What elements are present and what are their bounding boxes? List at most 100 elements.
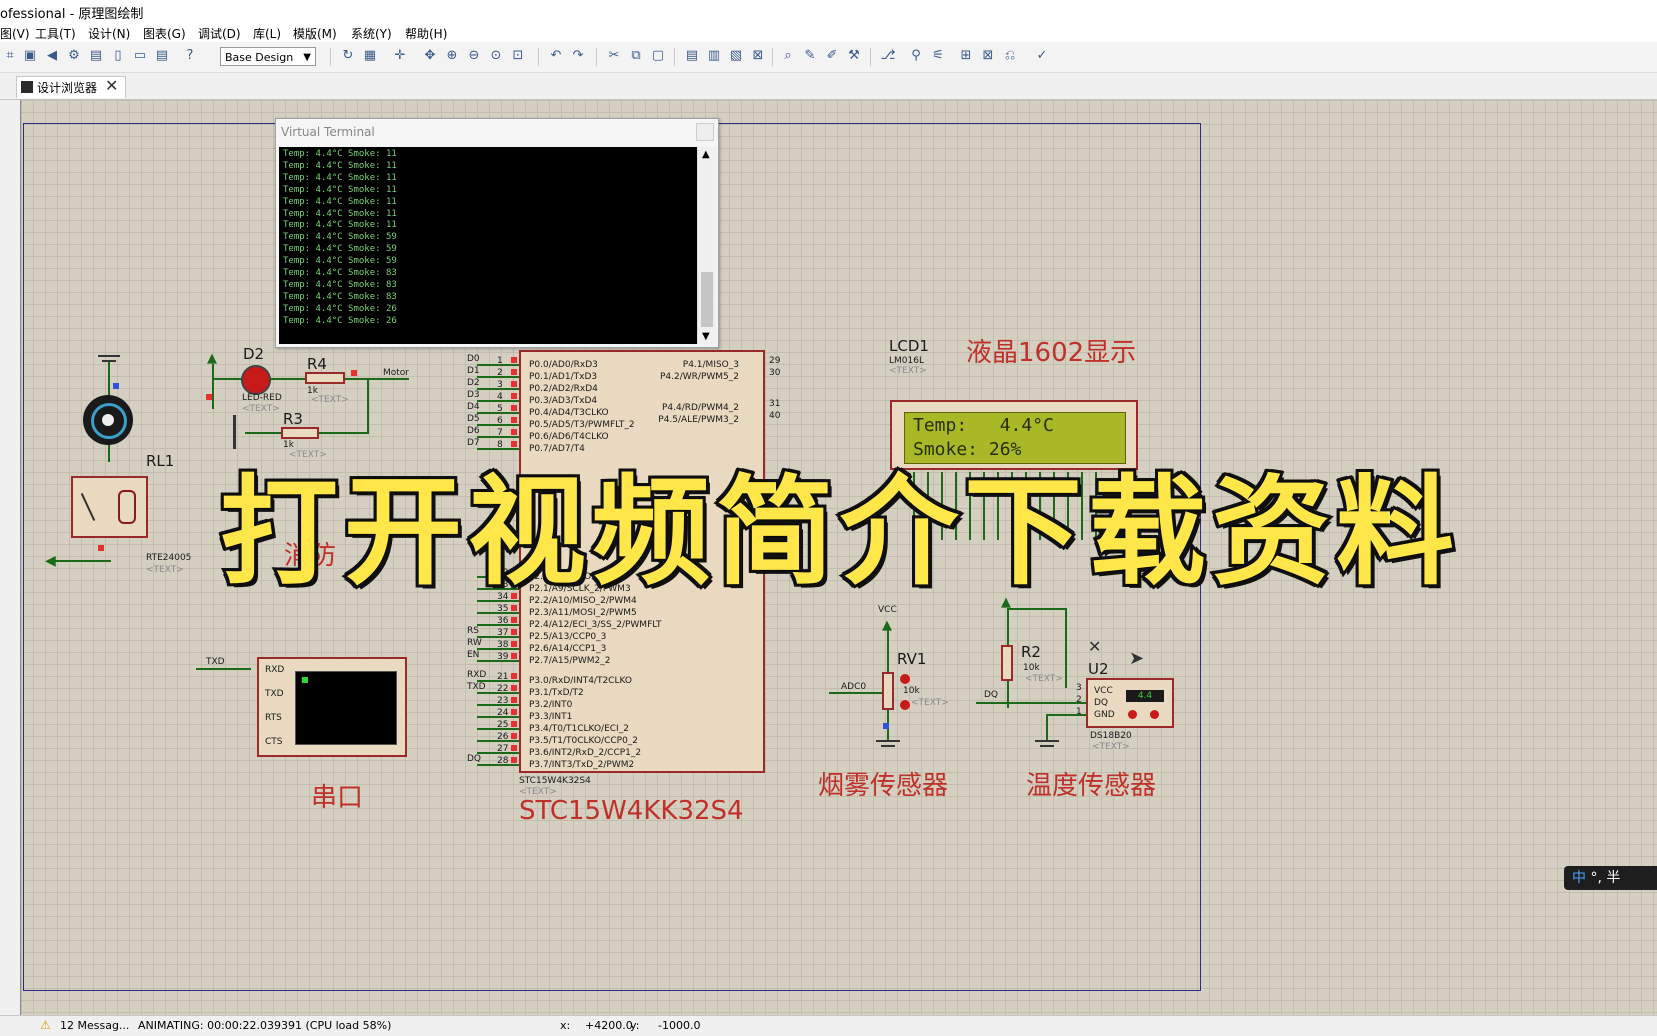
package-tool-icon[interactable]: ✐ — [824, 48, 840, 64]
zoom-area-icon[interactable]: ⊡ — [510, 48, 526, 64]
menu-help[interactable]: 帮助(H) — [405, 25, 447, 42]
relay-rl1[interactable] — [71, 476, 148, 538]
exit-parent-icon[interactable]: ⎌ — [1002, 48, 1018, 64]
remove-sheet-icon[interactable]: ⊠ — [980, 48, 996, 64]
menu-view[interactable]: 图(V) — [0, 25, 30, 42]
origin-icon[interactable]: ✛ — [392, 48, 408, 64]
resistor-r4[interactable] — [305, 372, 345, 384]
wire — [477, 660, 519, 662]
make-device-icon[interactable]: ✎ — [802, 48, 818, 64]
vt-close-button[interactable] — [696, 123, 714, 141]
wire — [477, 648, 519, 650]
tab-design-browser[interactable]: 设计浏览器 ✕ — [16, 76, 126, 98]
mcu-pin-name: P4.5/ALE/PWM3_2 — [658, 415, 739, 425]
chevron-down-icon[interactable]: ▼ — [702, 331, 710, 342]
netlist-icon[interactable]: ⌗ — [2, 48, 18, 64]
refresh-icon[interactable]: ↻ — [340, 48, 356, 64]
zoom-in-icon[interactable]: ⊕ — [444, 48, 460, 64]
electrical-check-icon[interactable]: ✓ — [1034, 48, 1050, 64]
wire-autorouter-icon[interactable]: ⎇ — [880, 48, 896, 64]
potentiometer-rv1[interactable] — [882, 672, 894, 710]
menu-debug[interactable]: 调试(D) — [198, 25, 241, 42]
redo-icon[interactable]: ↷ — [570, 48, 586, 64]
ime-indicator[interactable]: 中 °, 半 — [1564, 866, 1657, 890]
window-title: ofessional - 原理图绘制 — [0, 7, 144, 22]
block-rotate-icon[interactable]: ▧ — [728, 48, 744, 64]
new-sheet-icon[interactable]: ⊞ — [958, 48, 974, 64]
report-icon[interactable]: ▤ — [154, 48, 170, 64]
vt-line: Temp: 4.4°C Smoke: 59 — [283, 244, 397, 255]
close-icon[interactable]: ✕ — [105, 76, 118, 96]
lcd-line-1: Temp: 4.4°C — [913, 415, 1054, 436]
virtual-terminal-window[interactable]: Virtual Terminal Temp: 4.4°C Smoke: 11 Te… — [275, 118, 719, 348]
adc0-net-label: ADC0 — [841, 682, 867, 692]
smoke-caption: 烟雾传感器 — [818, 771, 949, 801]
ds18b20-display: 4.4 — [1126, 690, 1164, 702]
zoom-out-icon[interactable]: ⊖ — [466, 48, 482, 64]
ds18b20-u2[interactable]: VCC DQ GND 4.4 — [1086, 678, 1174, 728]
pick-device-icon[interactable]: ⌕ — [780, 48, 796, 64]
mcu-pin-name: P2.7/A15/PWM2_2 — [529, 656, 611, 666]
warning-icon[interactable]: ⚠ — [40, 1018, 51, 1032]
pan-icon[interactable]: ✥ — [422, 48, 438, 64]
virtual-terminal-component[interactable]: RXD TXD RTS CTS — [257, 657, 407, 757]
help-icon[interactable]: ? — [182, 48, 198, 64]
pin-state-indicator — [511, 429, 517, 435]
wire — [477, 764, 519, 766]
wire — [477, 424, 519, 426]
search-icon[interactable]: ⚲ — [908, 48, 924, 64]
mcu-pin-name: P3.5/T1/T0CLKO/CCP0_2 — [529, 736, 639, 746]
back-icon[interactable]: ◀ — [44, 48, 60, 64]
block-copy-icon[interactable]: ▤ — [684, 48, 700, 64]
menu-graph[interactable]: 图表(G) — [143, 25, 186, 42]
down-button-icon[interactable] — [1128, 710, 1137, 719]
chevron-up-icon[interactable]: ▲ — [702, 149, 710, 160]
r2-value: 10k — [1023, 663, 1040, 673]
resistor-r3[interactable] — [281, 427, 319, 439]
wire — [477, 388, 519, 390]
copy-icon[interactable]: ⧉ — [628, 48, 644, 64]
block-delete-icon[interactable]: ⊠ — [750, 48, 766, 64]
resistor-r2[interactable] — [1001, 645, 1013, 681]
up-button-icon[interactable] — [1150, 710, 1159, 719]
grid-icon[interactable]: ▦ — [362, 48, 378, 64]
cut-icon[interactable]: ✂ — [606, 48, 622, 64]
menu-design[interactable]: 设计(N) — [88, 25, 130, 42]
component-icon[interactable]: ▣ — [22, 48, 38, 64]
vt-scroll-thumb[interactable] — [701, 272, 713, 327]
settings-icon[interactable]: ⚙ — [66, 48, 82, 64]
menu-library[interactable]: 库(L) — [253, 25, 281, 42]
wire — [477, 692, 519, 694]
vt-line: Temp: 4.4°C Smoke: 83 — [283, 279, 397, 290]
decompose-icon[interactable]: ⚒ — [846, 48, 862, 64]
wire — [477, 752, 519, 754]
vt-scrollbar[interactable]: ▲ ▼ — [697, 147, 716, 344]
net-label: D6 — [467, 426, 480, 436]
vt-line: Temp: 4.4°C Smoke: 59 — [283, 256, 397, 267]
paste-icon[interactable]: ▢ — [650, 48, 666, 64]
pin-state-indicator — [511, 629, 517, 635]
block-move-icon[interactable]: ▥ — [706, 48, 722, 64]
menu-tools[interactable]: 工具(T) — [35, 25, 76, 42]
document-icon[interactable]: ▯ — [110, 48, 126, 64]
chevron-down-icon: ▼ — [303, 52, 311, 63]
wire — [477, 740, 519, 742]
design-select[interactable]: Base Design ▼ — [220, 47, 316, 66]
led-d2[interactable] — [241, 365, 271, 395]
net-label: EN — [467, 650, 480, 660]
bom-icon[interactable]: ▭ — [132, 48, 148, 64]
vt-line: Temp: 4.4°C Smoke: 11 — [283, 208, 397, 219]
save-icon[interactable]: ▤ — [88, 48, 104, 64]
menu-system[interactable]: 系统(Y) — [351, 25, 392, 42]
left-panel[interactable] — [0, 100, 21, 1015]
menu-template[interactable]: 模版(M) — [293, 25, 337, 42]
vt-line: Temp: 4.4°C Smoke: 59 — [283, 232, 397, 243]
property-tool-icon[interactable]: ⚟ — [930, 48, 946, 64]
serial-pin-rxd: RXD — [265, 665, 285, 675]
mcu-pin-name: P2.4/A12/ECI_3/SS_2/PWMFLT — [529, 620, 662, 630]
messages-count[interactable]: 12 Messag... — [60, 1019, 129, 1032]
lcd-caption: 液晶1602显示 — [966, 338, 1137, 368]
undo-icon[interactable]: ↶ — [548, 48, 564, 64]
zoom-all-icon[interactable]: ⊙ — [488, 48, 504, 64]
transistor-q1[interactable] — [233, 415, 236, 449]
